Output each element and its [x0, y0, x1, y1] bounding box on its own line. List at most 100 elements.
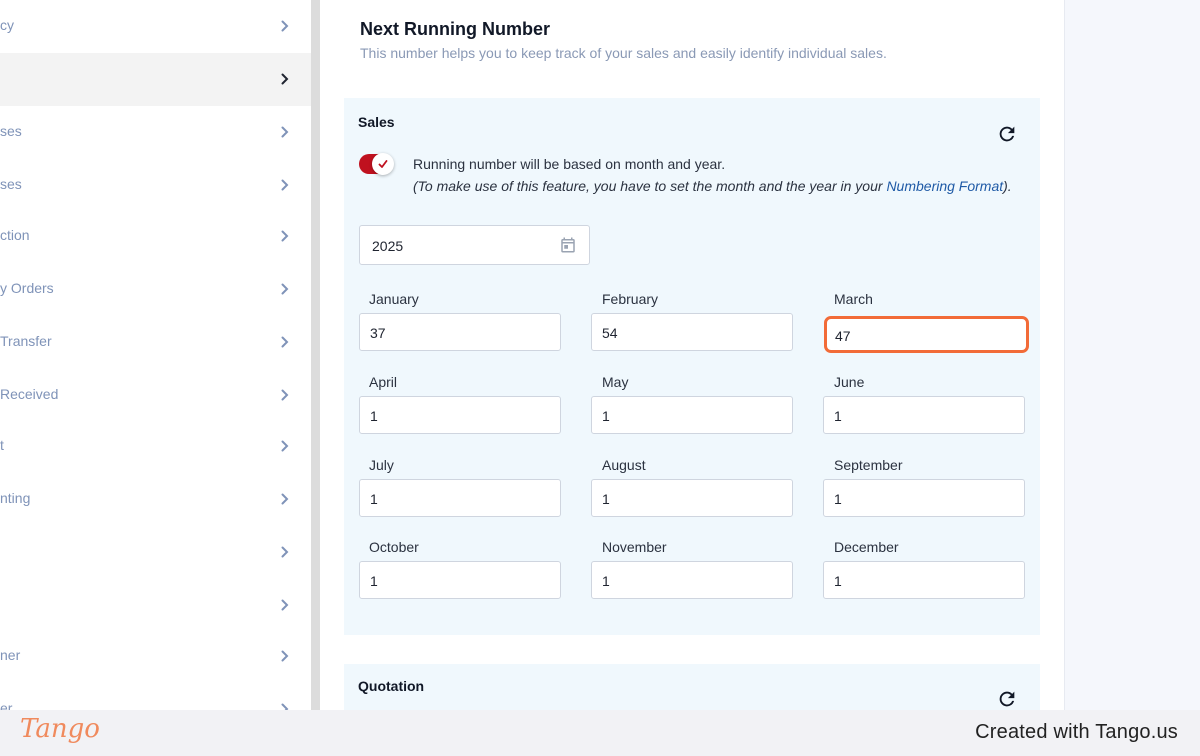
quotation-title: Quotation	[358, 678, 425, 694]
month-input-september[interactable]: 1	[823, 479, 1025, 517]
month-label-february: February	[602, 291, 659, 307]
toggle-note: (To make use of this feature, you have t…	[413, 178, 1012, 194]
month-value: 54	[602, 325, 618, 341]
chevron-right-icon	[278, 388, 292, 402]
month-label-july: July	[369, 457, 394, 473]
sidebar-item-10[interactable]: nting	[0, 473, 311, 526]
sidebar-item-8[interactable]: Received	[0, 369, 311, 422]
chevron-right-icon	[278, 439, 292, 453]
chevron-right-icon	[278, 702, 292, 710]
sidebar-item-3[interactable]: ses	[0, 106, 311, 159]
month-input-june[interactable]: 1	[823, 396, 1025, 434]
month-input-january[interactable]: 37	[359, 313, 561, 351]
right-gutter	[1064, 0, 1200, 710]
month-label-august: August	[602, 457, 646, 473]
chevron-right-icon	[278, 335, 292, 349]
sidebar-item-label: ses	[0, 123, 22, 139]
month-year-toggle[interactable]	[359, 153, 394, 175]
sidebar-item-7[interactable]: Transfer	[0, 316, 311, 369]
sidebar-item-5[interactable]: ction	[0, 210, 311, 263]
sidebar-item-label: ses	[0, 176, 22, 192]
sidebar-item-14[interactable]: er	[0, 683, 311, 710]
sales-card: Sales Running number will be based on mo…	[344, 98, 1040, 635]
month-input-november[interactable]: 1	[591, 561, 793, 599]
tango-logo: Tango	[20, 714, 100, 744]
sidebar-item-9[interactable]: t	[0, 420, 311, 473]
month-input-august[interactable]: 1	[591, 479, 793, 517]
month-value: 1	[370, 573, 378, 589]
footer-credit: Created with Tango.us	[975, 721, 1178, 743]
sidebar-item-13[interactable]: ner	[0, 630, 311, 683]
month-value: 1	[834, 573, 842, 589]
sidebar-item-2[interactable]	[0, 53, 311, 106]
month-label-june: June	[834, 374, 865, 390]
note-suffix: ).	[1003, 178, 1012, 194]
refresh-icon[interactable]	[996, 123, 1018, 145]
quotation-card: Quotation	[344, 664, 1040, 710]
month-input-may[interactable]: 1	[591, 396, 793, 434]
chevron-right-icon	[278, 178, 292, 192]
month-input-july[interactable]: 1	[359, 479, 561, 517]
chevron-right-icon	[278, 72, 292, 86]
chevron-right-icon	[278, 598, 292, 612]
sidebar-item-11[interactable]	[0, 526, 311, 579]
check-icon	[378, 160, 388, 168]
month-input-december[interactable]: 1	[823, 561, 1025, 599]
month-value: 47	[835, 328, 851, 344]
year-value: 2025	[372, 238, 404, 254]
toggle-description: Running number will be based on month an…	[413, 156, 726, 172]
chevron-right-icon	[278, 229, 292, 243]
month-input-april[interactable]: 1	[359, 396, 561, 434]
chevron-right-icon	[278, 545, 292, 559]
sidebar-item-label: y Orders	[0, 280, 54, 296]
month-value: 1	[602, 408, 610, 424]
month-value: 1	[602, 573, 610, 589]
chevron-right-icon	[278, 282, 292, 296]
month-label-november: November	[602, 539, 667, 555]
page-subtitle: This number helps you to keep track of y…	[360, 45, 887, 61]
month-label-december: December	[834, 539, 899, 555]
year-picker[interactable]: 2025	[359, 225, 590, 265]
sidebar-item-label: Transfer	[0, 333, 52, 349]
chevron-right-icon	[278, 19, 292, 33]
month-label-may: May	[602, 374, 629, 390]
tango-footer: Tango Created with Tango.us	[0, 710, 1200, 756]
chevron-right-icon	[278, 649, 292, 663]
chevron-right-icon	[278, 125, 292, 139]
month-value: 1	[370, 408, 378, 424]
sidebar-item-1[interactable]: cy	[0, 0, 311, 53]
sidebar: cy ses ses ction y Orders Transfer Recei…	[0, 0, 311, 710]
main-panel: Next Running Number This number helps yo…	[320, 0, 1064, 710]
month-value: 1	[834, 491, 842, 507]
sidebar-item-label: Received	[0, 386, 59, 402]
sidebar-item-6[interactable]: y Orders	[0, 263, 311, 316]
month-input-march[interactable]: 47	[824, 316, 1029, 353]
month-label-october: October	[369, 539, 419, 555]
chevron-right-icon	[278, 492, 292, 506]
month-value: 1	[834, 408, 842, 424]
month-input-october[interactable]: 1	[359, 561, 561, 599]
month-value: 37	[370, 325, 386, 341]
sidebar-divider[interactable]	[311, 0, 320, 710]
sidebar-item-12[interactable]	[0, 579, 311, 632]
sales-title: Sales	[358, 114, 395, 130]
month-label-march: March	[834, 291, 873, 307]
sidebar-item-4[interactable]: ses	[0, 159, 311, 212]
sidebar-item-label: t	[0, 437, 4, 453]
month-input-february[interactable]: 54	[591, 313, 793, 351]
sidebar-item-label: er	[0, 700, 13, 710]
sidebar-item-label: nting	[0, 490, 31, 506]
month-label-january: January	[369, 291, 419, 307]
numbering-format-link[interactable]: Numbering Format	[886, 178, 1003, 194]
sidebar-item-label: ner	[0, 647, 21, 663]
toggle-knob	[372, 153, 394, 175]
page-title: Next Running Number	[360, 19, 551, 39]
month-value: 1	[602, 491, 610, 507]
sidebar-item-label: ction	[0, 227, 30, 243]
month-label-september: September	[834, 457, 903, 473]
refresh-icon[interactable]	[996, 688, 1018, 710]
calendar-icon[interactable]	[559, 236, 577, 254]
sidebar-item-label: cy	[0, 17, 14, 33]
month-label-april: April	[369, 374, 398, 390]
month-value: 1	[370, 491, 378, 507]
